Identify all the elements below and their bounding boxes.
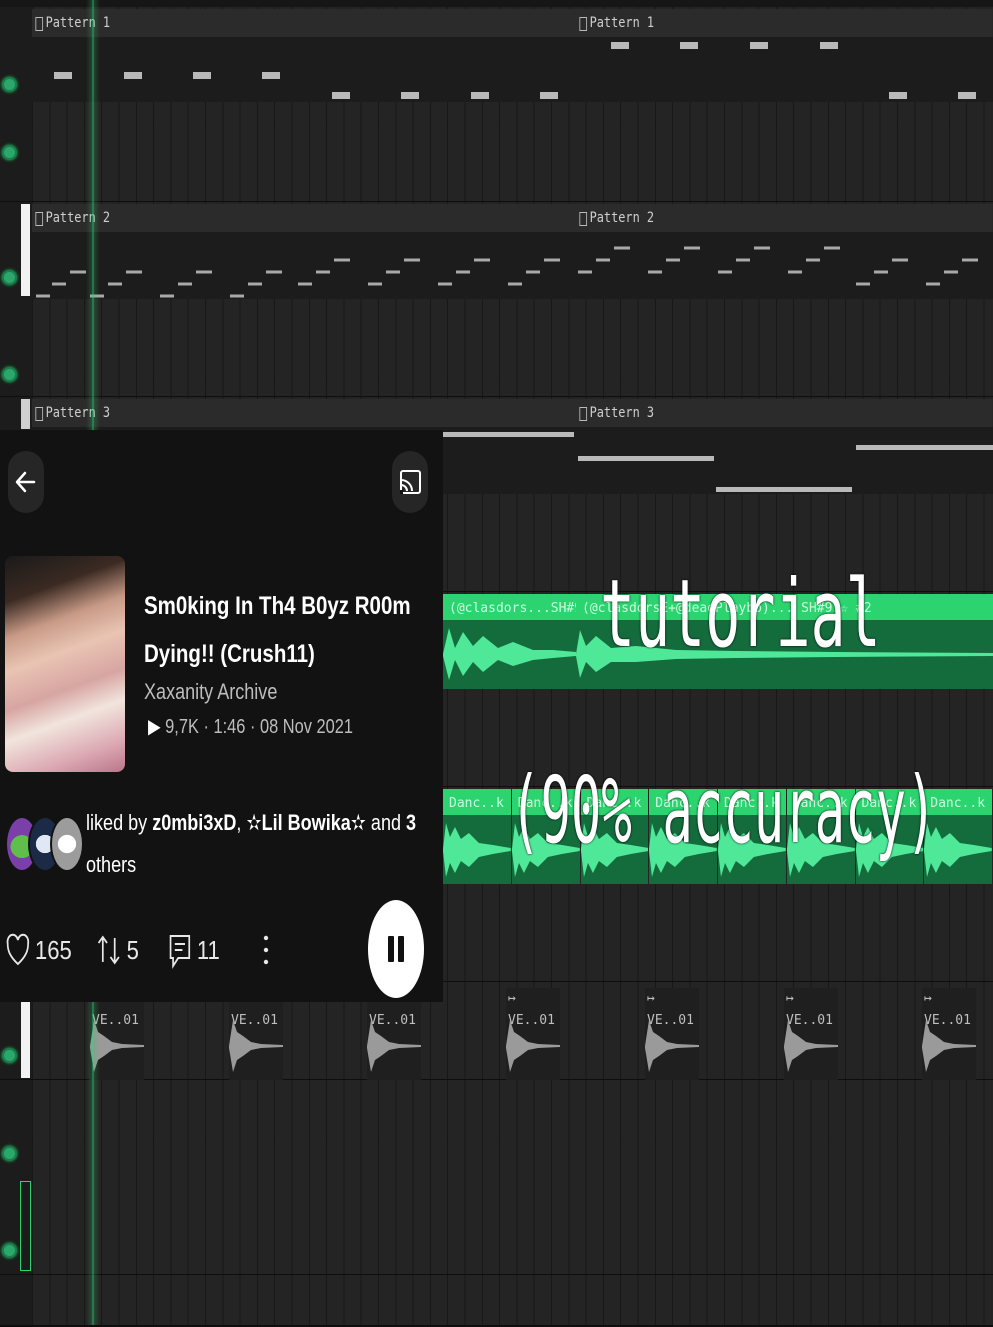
ve-clip-label: ↦ VE..01	[786, 991, 833, 1028]
like-button[interactable]: 165	[6, 930, 72, 970]
track-4-led[interactable]	[2, 367, 17, 382]
track-lane-4	[0, 299, 993, 398]
ve-clip[interactable]: ↦ VE..01	[784, 988, 838, 1080]
back-button[interactable]	[8, 451, 44, 513]
more-vertical-icon	[263, 935, 269, 965]
track-2-led[interactable]	[2, 144, 17, 160]
track-title-line2: Dying!! (Crush11)	[144, 640, 315, 668]
audio-clip[interactable]: Danc..k 1	[443, 789, 511, 884]
cast-icon	[400, 470, 421, 494]
track-lane-13	[0, 1177, 993, 1276]
pattern-2-notes	[36, 246, 978, 298]
pattern-clip-title[interactable]: Pattern 2	[32, 204, 576, 232]
ve-clip[interactable]: ↦ VE..01	[506, 988, 560, 1080]
pattern-clip-title[interactable]: Pattern 3	[576, 399, 993, 427]
ve-clip-label: ↦ VE..01	[924, 991, 971, 1028]
track-lane-14	[0, 1275, 993, 1327]
liked-by-others[interactable]: others	[86, 852, 136, 878]
ve-clip-label: ↦ VE..01	[508, 991, 555, 1028]
track-lane-12	[0, 1080, 993, 1179]
pattern-clip-title[interactable]: Pattern 3	[32, 399, 576, 427]
comments-button[interactable]: 11	[168, 930, 220, 970]
repost-count: 5	[126, 934, 139, 965]
track-11-led[interactable]	[2, 1048, 17, 1063]
repost-icon	[97, 935, 120, 965]
track-lane-2	[0, 104, 993, 203]
overlay-title-line1: tutorial	[600, 560, 881, 669]
pattern-clip-title[interactable]: Pattern 1	[32, 9, 576, 37]
track-1-led[interactable]	[2, 77, 17, 92]
artist-name[interactable]: Xaxanity Archive	[144, 679, 277, 705]
track-cover-art[interactable]	[5, 556, 125, 772]
ve-clip-label: ↦ VE..01	[647, 991, 694, 1028]
comment-icon	[169, 935, 191, 969]
ve-clip[interactable]: ↦ VE..01	[922, 988, 976, 1080]
audio-clip[interactable]: (@clasdors...SH#9°☆ #2	[443, 594, 576, 689]
liker-avatar[interactable]	[50, 816, 84, 872]
track-title-line1: Sm0king In Th4 B0yz R00m	[144, 592, 411, 620]
track-stats: ▶ 9,7K · 1:46 · 08 Nov 2021	[148, 714, 353, 739]
heart-icon	[6, 933, 30, 966]
track-3-led[interactable]	[2, 270, 17, 285]
liked-by-text[interactable]: liked by z0mbi3xD, ✫Lil Bowika✫ and 3	[86, 810, 416, 836]
pattern-clip-title[interactable]: Pattern 2	[576, 204, 993, 232]
overlay-title-line2: (90% accuracy)	[510, 757, 937, 864]
more-options-button[interactable]	[256, 930, 276, 970]
arrow-left-icon	[15, 471, 36, 493]
cast-button[interactable]	[392, 451, 428, 513]
like-count: 165	[34, 934, 72, 965]
pattern-clip-title[interactable]: Pattern 1	[576, 9, 993, 37]
pause-button[interactable]	[368, 900, 424, 998]
track-12-led[interactable]	[2, 1146, 17, 1161]
repost-button[interactable]: 5	[96, 930, 139, 970]
play-count-icon: ▶	[148, 716, 166, 738]
ve-clip[interactable]: ↦ VE..01	[645, 988, 699, 1080]
comment-count: 11	[196, 934, 220, 965]
audio-clip-label: Danc..k 1	[449, 796, 511, 811]
track-13-led[interactable]	[2, 1243, 17, 1258]
pattern-1-body[interactable]	[32, 37, 993, 102]
track-stats-text: 9,7K · 1:46 · 08 Nov 2021	[165, 716, 353, 738]
